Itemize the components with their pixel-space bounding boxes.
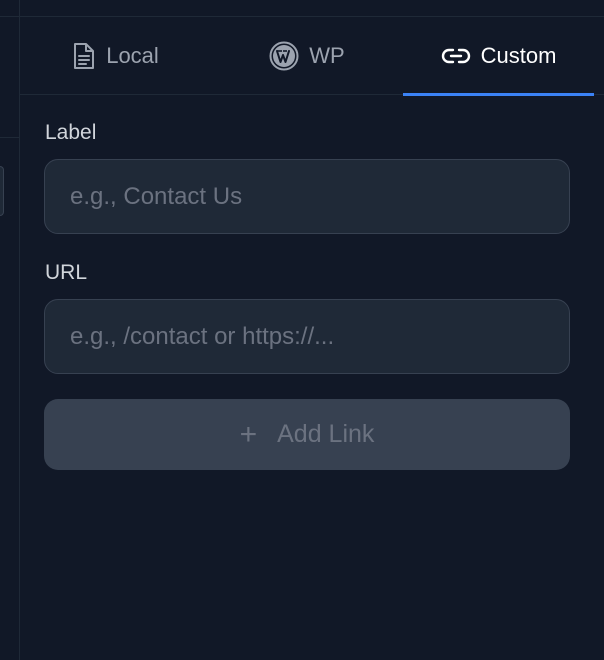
plus-icon: + bbox=[239, 417, 258, 451]
url-field-label: URL bbox=[45, 261, 88, 284]
active-tab-indicator bbox=[403, 93, 594, 96]
link-icon bbox=[441, 45, 471, 67]
add-link-button[interactable]: + Add Link bbox=[44, 399, 570, 470]
url-input[interactable] bbox=[44, 299, 570, 374]
link-picker-view: Local WP Custom Label e.g., Contact Us U… bbox=[0, 0, 604, 660]
tab-local[interactable]: Local bbox=[20, 17, 211, 94]
adjacent-input-edge bbox=[0, 166, 4, 216]
divider bbox=[0, 137, 19, 138]
add-link-label: Add Link bbox=[277, 420, 375, 448]
tab-label: WP bbox=[309, 42, 345, 68]
tab-label: Custom bbox=[480, 42, 557, 68]
tab-label: Local bbox=[106, 42, 159, 68]
link-picker-panel: Local WP Custom Label e.g., Contact Us U… bbox=[20, 17, 604, 660]
adjacent-panel-edge bbox=[0, 0, 20, 660]
tab-wp[interactable]: WP bbox=[211, 17, 403, 94]
label-input[interactable] bbox=[44, 159, 570, 234]
label-field-label: Label bbox=[45, 121, 97, 144]
document-icon bbox=[72, 41, 96, 71]
divider bbox=[0, 16, 19, 17]
source-tabs: Local WP Custom bbox=[20, 17, 604, 96]
wordpress-icon bbox=[269, 41, 299, 71]
tab-custom[interactable]: Custom bbox=[403, 17, 594, 96]
